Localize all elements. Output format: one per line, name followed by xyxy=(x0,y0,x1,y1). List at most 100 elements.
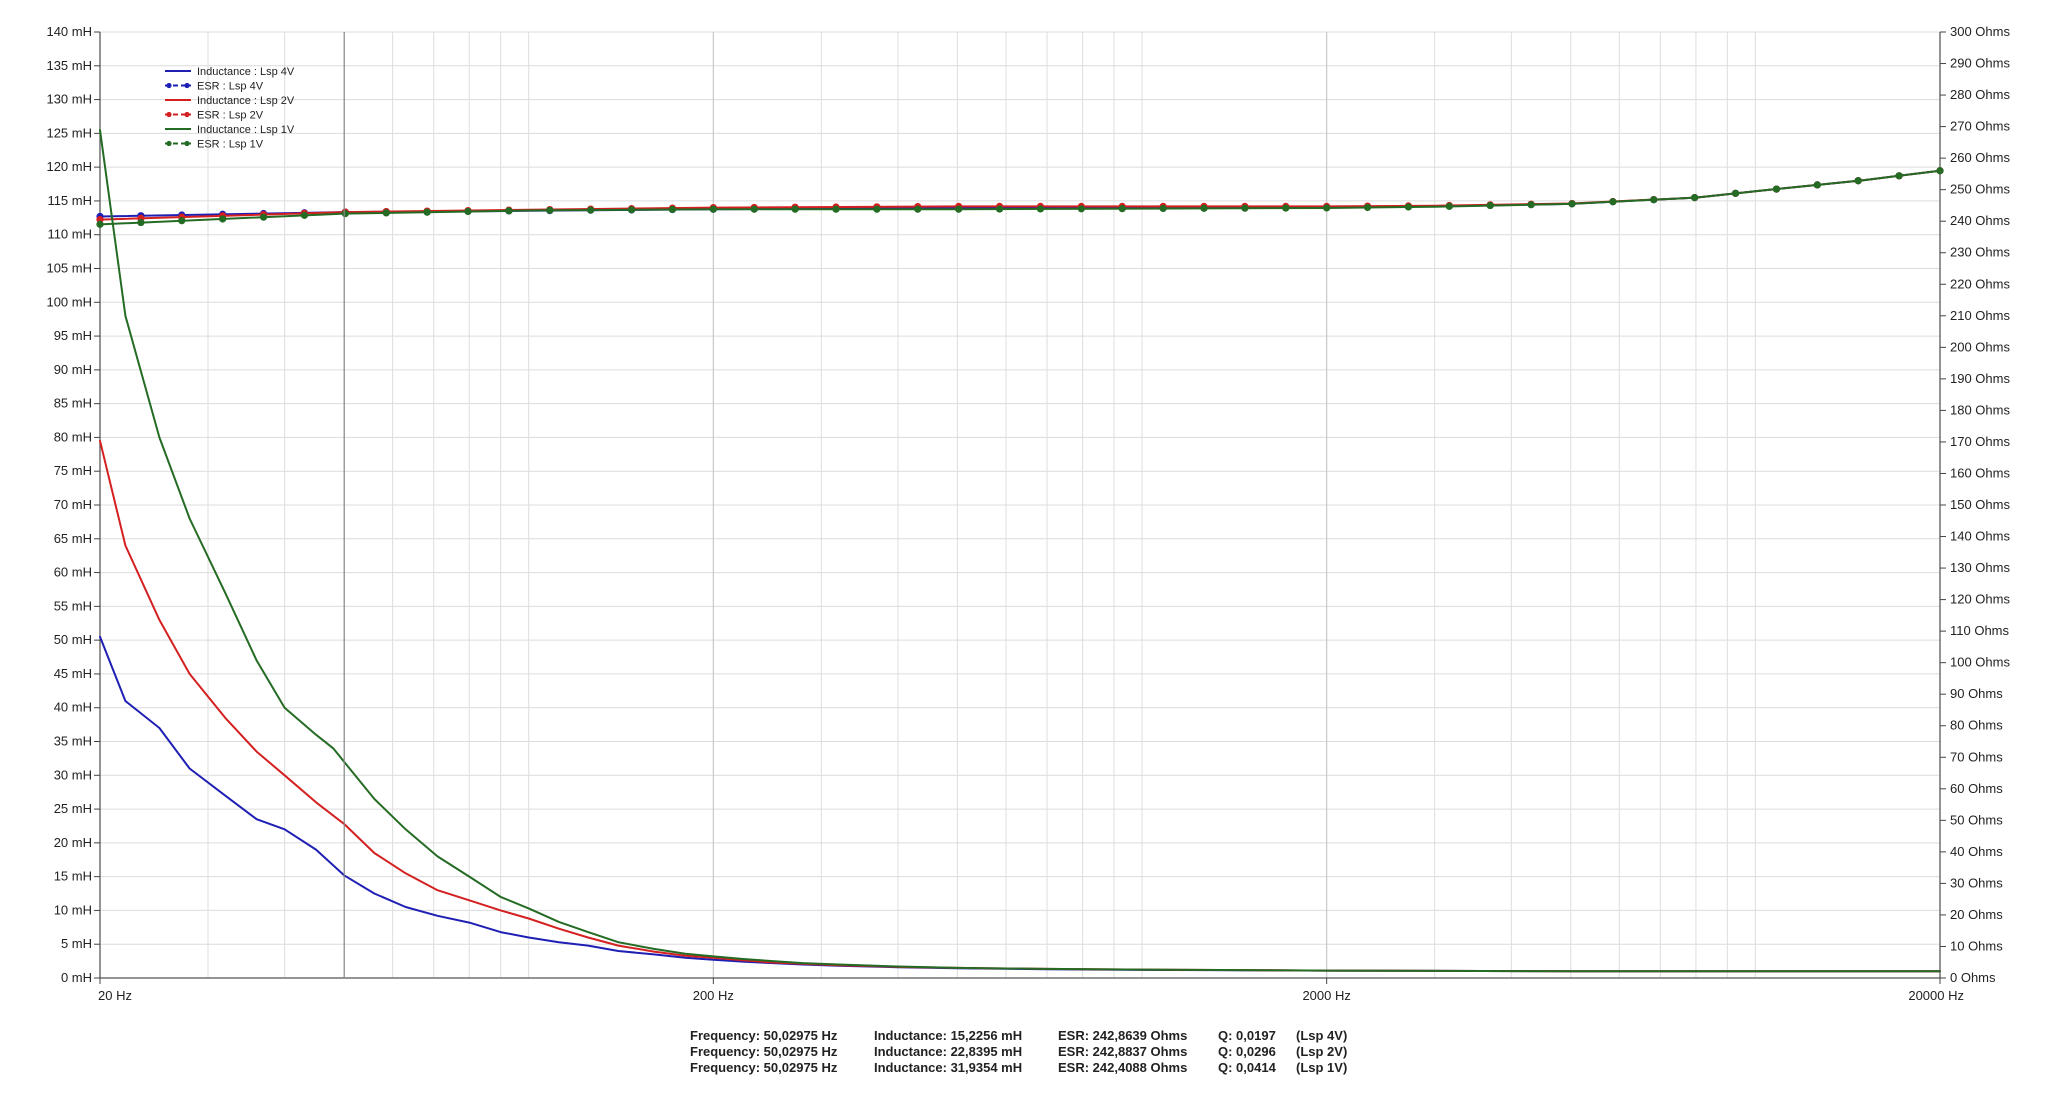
left-tick-label: 40 mH xyxy=(54,700,92,715)
left-tick-label: 60 mH xyxy=(54,565,92,580)
left-tick-label: 130 mH xyxy=(46,92,92,107)
right-tick-label: 50 Ohms xyxy=(1950,812,2003,827)
readout-frequency: Frequency: 50,02975 Hz xyxy=(690,1028,838,1043)
left-tick-label: 115 mH xyxy=(47,193,92,208)
left-tick-label: 10 mH xyxy=(54,902,92,917)
x-tick-label: 20 Hz xyxy=(98,988,132,1003)
readout-inductance: Inductance: 22,8395 mH xyxy=(874,1044,1023,1059)
esr-marker-esr-lsp-1v xyxy=(505,207,513,215)
esr-marker-esr-lsp-1v xyxy=(341,210,349,218)
right-tick-label: 170 Ohms xyxy=(1950,434,2010,449)
esr-marker-esr-lsp-1v xyxy=(1895,172,1903,180)
left-tick-label: 65 mH xyxy=(54,531,92,546)
esr-marker-esr-lsp-1v xyxy=(1241,204,1249,212)
x-tick-label: 200 Hz xyxy=(693,988,734,1003)
left-tick-label: 135 mH xyxy=(46,58,92,73)
esr-marker-esr-lsp-1v xyxy=(668,205,677,214)
right-tick-label: 10 Ohms xyxy=(1950,938,2003,953)
esr-marker-esr-lsp-1v xyxy=(382,209,390,217)
readout-label: (Lsp 1V) xyxy=(1296,1060,1348,1075)
left-tick-label: 125 mH xyxy=(46,125,92,140)
esr-marker-esr-lsp-1v xyxy=(1813,181,1821,189)
esr-marker-esr-lsp-1v xyxy=(464,207,472,216)
left-tick-label: 25 mH xyxy=(54,801,92,816)
esr-marker-esr-lsp-1v xyxy=(423,208,431,216)
left-axis-ticks: 0 mH 5 mH 10 mH 15 mH 20 mH 25 mH 30 mH 35 mH 40… xyxy=(46,24,100,985)
legend-entry: ESR : Lsp 4V xyxy=(197,81,264,93)
left-tick-label: 85 mH xyxy=(54,396,92,411)
esr-marker-esr-lsp-1v xyxy=(1854,177,1862,185)
readout-q: Q: 0,0197 xyxy=(1218,1028,1276,1043)
readout-esr: ESR: 242,8639 Ohms xyxy=(1058,1028,1188,1043)
esr-marker-esr-lsp-1v xyxy=(178,217,186,225)
right-tick-label: 240 Ohms xyxy=(1950,213,2010,228)
right-tick-label: 140 Ohms xyxy=(1950,529,2010,544)
esr-marker-esr-lsp-1v xyxy=(750,205,758,213)
legend-entry: Inductance : Lsp 2V xyxy=(197,95,295,107)
legend-marker xyxy=(166,111,172,118)
right-tick-label: 230 Ohms xyxy=(1950,245,2010,260)
esr-marker-esr-lsp-1v xyxy=(1936,167,1944,175)
right-tick-label: 0 Ohms xyxy=(1950,970,1996,985)
readout-esr: ESR: 242,4088 Ohms xyxy=(1058,1060,1188,1075)
readout-row-lsp-4v: Frequency: 50,02975 Hz Inductance: 15,22… xyxy=(690,1028,1376,1044)
right-tick-label: 280 Ohms xyxy=(1950,87,2010,102)
esr-marker-esr-lsp-1v xyxy=(1363,203,1372,212)
left-tick-label: 55 mH xyxy=(54,598,92,613)
x-tick-label: 20000 Hz xyxy=(1908,988,1964,1003)
readout-inductance: Inductance: 15,2256 mH xyxy=(874,1028,1023,1043)
readout-label: (Lsp 4V) xyxy=(1296,1028,1348,1043)
esr-marker-esr-lsp-1v xyxy=(137,218,145,227)
esr-marker-esr-lsp-1v xyxy=(1527,201,1535,209)
esr-marker-esr-lsp-1v xyxy=(96,220,104,228)
esr-marker-esr-lsp-1v xyxy=(955,205,963,213)
esr-marker-esr-lsp-1v xyxy=(873,205,881,213)
esr-marker-esr-lsp-1v xyxy=(300,211,309,219)
esr-marker-esr-lsp-1v xyxy=(259,213,268,221)
legend-marker xyxy=(184,140,190,147)
right-tick-label: 70 Ohms xyxy=(1950,749,2003,764)
esr-marker-esr-lsp-1v xyxy=(1077,205,1085,213)
legend-marker xyxy=(184,82,190,89)
left-tick-label: 30 mH xyxy=(54,767,92,782)
esr-marker-esr-lsp-1v xyxy=(1118,205,1126,213)
left-tick-label: 95 mH xyxy=(54,328,92,343)
esr-marker-esr-lsp-1v xyxy=(1650,196,1658,204)
esr-marker-esr-lsp-1v xyxy=(587,206,595,214)
left-tick-label: 75 mH xyxy=(54,463,92,478)
left-tick-label: 20 mH xyxy=(54,835,92,850)
right-tick-label: 30 Ohms xyxy=(1950,875,2003,890)
esr-marker-esr-lsp-1v xyxy=(832,205,840,213)
readout-row-lsp-1v: Frequency: 50,02975 Hz Inductance: 31,93… xyxy=(690,1060,1376,1076)
readout-row-lsp-2v: Frequency: 50,02975 Hz Inductance: 22,83… xyxy=(690,1044,1376,1060)
right-tick-label: 150 Ohms xyxy=(1950,497,2010,512)
right-tick-label: 100 Ohms xyxy=(1950,655,2010,670)
esr-marker-esr-lsp-1v xyxy=(709,205,717,213)
readout-q: Q: 0,0414 xyxy=(1218,1060,1276,1075)
readout-frequency: Frequency: 50,02975 Hz xyxy=(690,1060,838,1075)
left-tick-label: 140 mH xyxy=(46,24,92,39)
left-tick-label: 5 mH xyxy=(61,936,92,951)
right-tick-label: 60 Ohms xyxy=(1950,781,2003,796)
left-tick-label: 105 mH xyxy=(46,261,92,276)
esr-marker-esr-lsp-1v xyxy=(1200,204,1208,212)
legend-marker xyxy=(166,82,172,89)
esr-marker-esr-lsp-1v xyxy=(791,205,799,213)
right-tick-label: 90 Ohms xyxy=(1950,686,2003,701)
left-tick-label: 0 mH xyxy=(61,970,92,985)
right-tick-label: 180 Ohms xyxy=(1950,402,2010,417)
readout-inductance: Inductance: 31,9354 mH xyxy=(874,1060,1023,1075)
legend-marker xyxy=(184,111,190,118)
esr-marker-esr-lsp-1v xyxy=(1568,200,1576,208)
readout-frequency: Frequency: 50,02975 Hz xyxy=(690,1044,838,1059)
right-tick-label: 130 Ohms xyxy=(1950,560,2010,575)
right-tick-label: 160 Ohms xyxy=(1950,465,2010,480)
chart-background xyxy=(0,0,2048,1098)
esr-marker-esr-lsp-1v xyxy=(1036,205,1045,213)
right-tick-label: 290 Ohms xyxy=(1950,56,2010,71)
esr-marker-esr-lsp-1v xyxy=(995,205,1004,213)
readout-q: Q: 0,0296 xyxy=(1218,1044,1276,1059)
left-tick-label: 70 mH xyxy=(54,497,92,512)
esr-marker-esr-lsp-1v xyxy=(1323,204,1331,212)
cursor-readout: Frequency: 50,02975 Hz Inductance: 15,22… xyxy=(690,1028,1376,1076)
